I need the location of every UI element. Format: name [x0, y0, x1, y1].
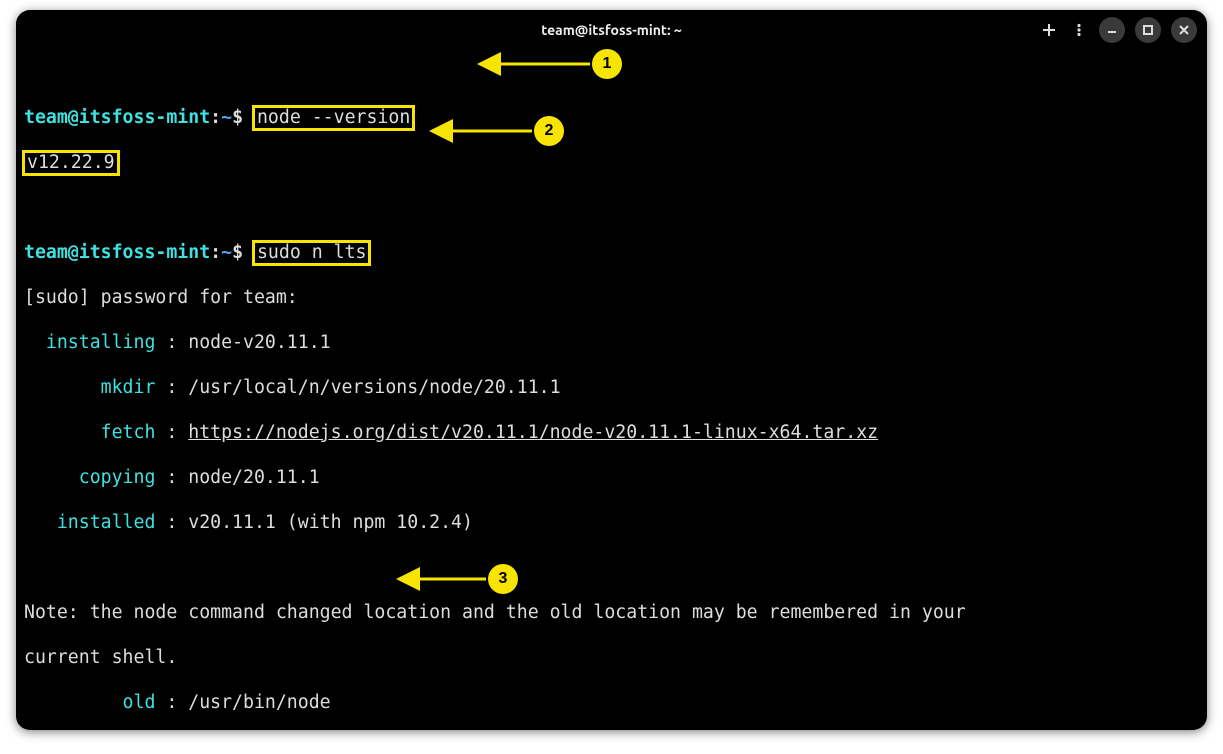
maximize-button[interactable] — [1135, 17, 1161, 43]
new-tab-button[interactable] — [1039, 17, 1059, 43]
old-version-highlight: v12.22.9 — [22, 150, 120, 176]
note-old: old : /usr/bin/node — [24, 692, 1199, 715]
install-copying: copying : node/20.11.1 — [24, 467, 1199, 490]
window-title: team@itsfoss-mint: ~ — [541, 22, 681, 38]
prompt-user: team@itsfoss-mint — [24, 107, 210, 128]
install-fetch: fetch : https://nodejs.org/dist/v20.11.1… — [24, 422, 1199, 445]
note-line-1: Note: the node command changed location … — [24, 602, 1199, 625]
bubble-1: 1 — [592, 49, 622, 79]
cmd-node-version-1: node --version — [252, 105, 415, 131]
annotation-1: 1 — [472, 50, 652, 80]
prompt-path: ~ — [221, 107, 232, 128]
prompt-sep: : — [210, 107, 221, 128]
titlebar: team@itsfoss-mint: ~ — [16, 10, 1207, 50]
prompt-dollar: $ — [232, 107, 254, 128]
prompt-line-1: team@itsfoss-mint:~$ node --version — [24, 107, 1199, 130]
install-mkdir: mkdir : /usr/local/n/versions/node/20.11… — [24, 377, 1199, 400]
cmd-sudo-n-lts: sudo n lts — [252, 240, 372, 266]
terminal-body[interactable]: team@itsfoss-mint:~$ node --version v12.… — [16, 50, 1207, 730]
close-button[interactable] — [1171, 17, 1197, 43]
terminal-window: team@itsfoss-mint: ~ team@itsf — [16, 10, 1207, 730]
fetch-url: https://nodejs.org/dist/v20.11.1/node-v2… — [188, 422, 878, 443]
note-line-2: current shell. — [24, 647, 1199, 670]
sudo-prompt: [sudo] password for team: — [24, 287, 1199, 310]
install-installing: installing : node-v20.11.1 — [24, 332, 1199, 355]
install-installed: installed : v20.11.1 (with npm 10.2.4) — [24, 512, 1199, 535]
minimize-button[interactable] — [1099, 17, 1125, 43]
prompt-line-2: team@itsfoss-mint:~$ sudo n lts — [24, 242, 1199, 265]
menu-button[interactable] — [1069, 17, 1089, 43]
output-version-old: v12.22.9 — [24, 152, 1199, 175]
